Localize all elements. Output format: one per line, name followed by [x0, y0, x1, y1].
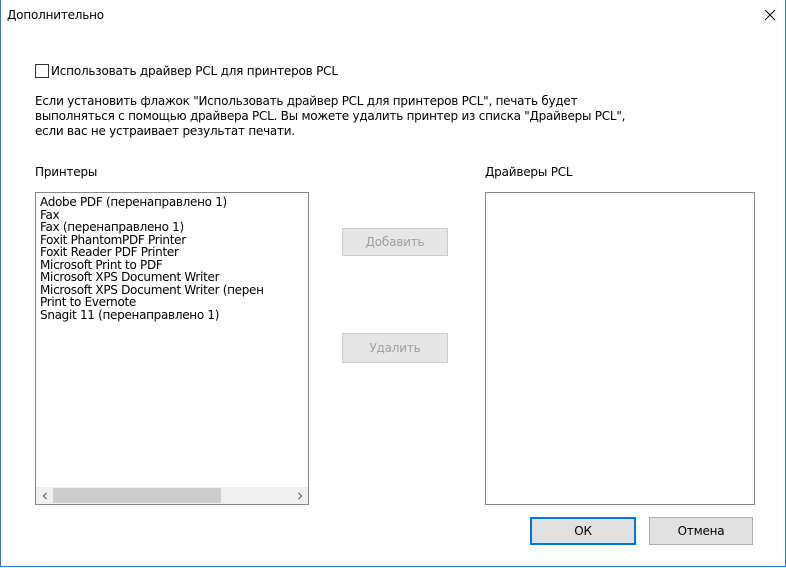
printer-list-item[interactable]: Print to Evernote [40, 296, 264, 309]
scrollbar-thumb[interactable] [53, 488, 221, 503]
close-icon [764, 9, 776, 21]
remove-button[interactable]: Удалить [342, 333, 448, 363]
chevron-right-icon [297, 492, 302, 499]
printers-label: Принтеры [35, 165, 98, 179]
advanced-dialog: Дополнительно Использовать драйвер PCL д… [0, 0, 786, 567]
printer-list-item[interactable]: Snagit 11 (перенаправлено 1) [40, 308, 264, 322]
description-text: Если установить флажок "Использовать дра… [35, 94, 735, 139]
chevron-left-icon [42, 492, 47, 499]
ok-button[interactable]: ОК [530, 517, 636, 545]
description-line: если вас не устраивает результат печати. [35, 124, 295, 138]
horizontal-scrollbar[interactable] [36, 487, 308, 504]
printer-list-item[interactable]: Microsoft XPS Document Writer [40, 271, 264, 284]
dialog-title: Дополнительно [7, 8, 104, 22]
cancel-button[interactable]: Отмена [649, 517, 753, 545]
close-button[interactable] [755, 0, 785, 30]
pcl-drivers-listbox[interactable] [485, 192, 755, 505]
printer-list-item[interactable]: Foxit Reader PDF Printer [40, 246, 264, 259]
printer-list-item[interactable]: Fax (перенаправлено 1) [40, 221, 264, 234]
description-line: выполняться с помощью драйвера PCL. Вы м… [35, 109, 626, 123]
scroll-right-button[interactable] [291, 487, 308, 504]
use-pcl-checkbox[interactable] [35, 64, 49, 78]
use-pcl-option[interactable]: Использовать драйвер PCL для принтеров P… [35, 64, 338, 78]
add-button[interactable]: Добавить [342, 228, 448, 256]
title-bar[interactable]: Дополнительно [1, 0, 785, 30]
use-pcl-label[interactable]: Использовать драйвер PCL для принтеров P… [51, 64, 338, 78]
pcl-drivers-label: Драйверы PCL [485, 165, 573, 179]
printers-items: Adobe PDF (перенаправлено 1) Fax Fax (пе… [40, 196, 264, 321]
printers-listbox[interactable]: Adobe PDF (перенаправлено 1) Fax Fax (пе… [35, 192, 309, 505]
description-line: Если установить флажок "Использовать дра… [35, 94, 578, 108]
printer-list-item[interactable]: Adobe PDF (перенаправлено 1) [40, 196, 264, 209]
scroll-left-button[interactable] [36, 487, 53, 504]
